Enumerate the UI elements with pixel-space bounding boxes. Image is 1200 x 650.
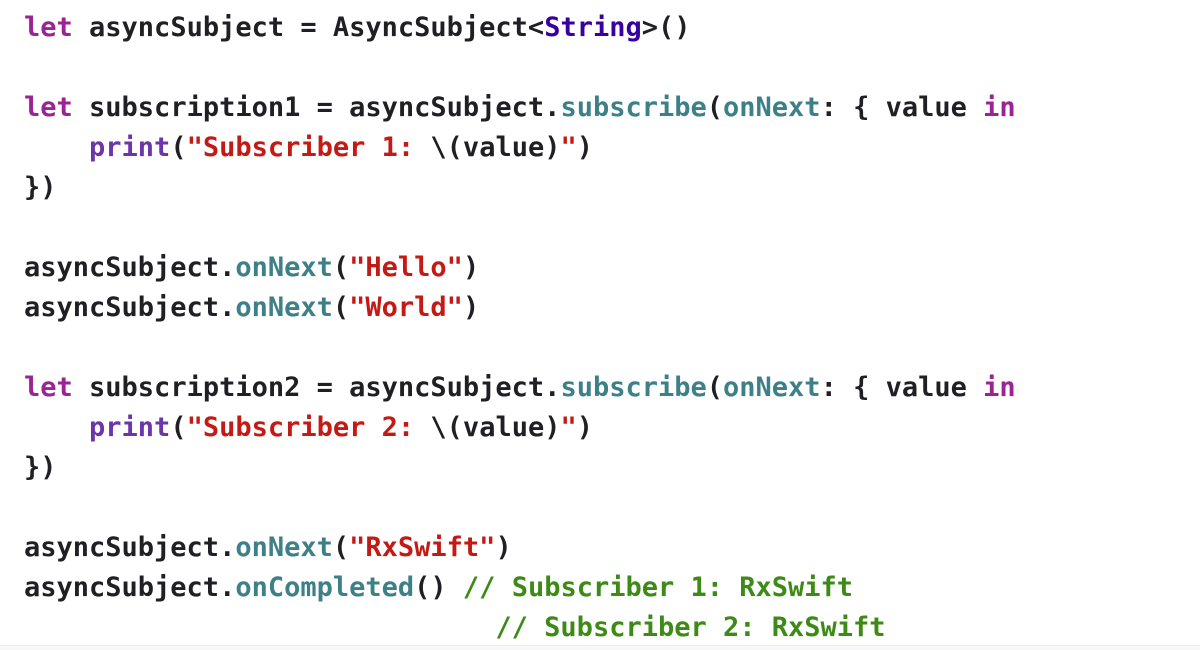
code-token: }) [24, 452, 57, 483]
method-token: onNext [723, 92, 821, 123]
method-token: onNext [235, 532, 333, 563]
string-token: "RxSwift" [349, 532, 496, 563]
method-token: onNext [235, 292, 333, 323]
keyword-token: in [983, 372, 1016, 403]
function-token: print [89, 412, 171, 443]
code-token: ( [706, 372, 724, 403]
code-token: ( [332, 532, 350, 563]
code-line[interactable]: print("Subscriber 2: \(value)") [24, 408, 1016, 448]
code-token: \(value) [430, 412, 561, 443]
function-token: print [89, 132, 171, 163]
string-token: "Hello" [349, 252, 463, 283]
keyword-token: let [24, 12, 73, 43]
code-token: asyncSubject. [24, 572, 236, 603]
code-token: ( [170, 412, 187, 443]
string-token: " [560, 132, 577, 163]
string-token: "Subscriber 1: [186, 132, 431, 163]
method-token: onNext [723, 372, 821, 403]
code-line[interactable] [24, 488, 1016, 528]
code-token: ) [462, 252, 480, 283]
method-token: onCompleted [235, 572, 415, 603]
code-token: ) [576, 132, 593, 163]
code-token: asyncSubject = AsyncSubject< [72, 12, 545, 43]
method-token: onNext [235, 252, 333, 283]
string-token: "Subscriber 2: [186, 412, 431, 443]
method-token: subscribe [560, 92, 707, 123]
code-line[interactable]: asyncSubject.onNext("RxSwift") [24, 528, 1016, 568]
code-line[interactable]: let asyncSubject = AsyncSubject<String>(… [24, 8, 1016, 48]
code-token: ( [706, 92, 724, 123]
code-token: subscription2 = asyncSubject. [72, 372, 561, 403]
code-token: ( [332, 252, 350, 283]
code-line[interactable]: let subscription2 = asyncSubject.subscri… [24, 368, 1016, 408]
code-token: () [414, 572, 463, 603]
keyword-token: in [983, 92, 1016, 123]
string-token: "World" [349, 292, 463, 323]
keyword-token: let [24, 372, 73, 403]
code-token: >() [641, 12, 691, 43]
code-line[interactable] [24, 328, 1016, 368]
code-editor[interactable]: let asyncSubject = AsyncSubject<String>(… [0, 0, 1200, 650]
code-token: subscription1 = asyncSubject. [72, 92, 561, 123]
code-line[interactable]: // Subscriber 2: RxSwift [24, 608, 1016, 648]
code-token: ) [495, 532, 512, 563]
comment-token: // Subscriber 2: RxSwift [495, 612, 886, 643]
editor-bottom-edge [0, 645, 1200, 650]
code-line[interactable]: }) [24, 448, 1016, 488]
comment-token: // Subscriber 1: RxSwift [462, 572, 854, 603]
type-token: String [544, 12, 642, 43]
code-token: : { value [820, 372, 984, 403]
code-line[interactable]: print("Subscriber 1: \(value)") [24, 128, 1016, 168]
code-line[interactable]: }) [24, 168, 1016, 208]
code-line[interactable]: asyncSubject.onCompleted() // Subscriber… [24, 568, 1016, 608]
code-line[interactable] [24, 208, 1016, 248]
code-token: ) [462, 292, 480, 323]
code-token: asyncSubject. [24, 532, 236, 563]
code-line[interactable]: asyncSubject.onNext("Hello") [24, 248, 1016, 288]
code-line[interactable]: asyncSubject.onNext("World") [24, 288, 1016, 328]
code-line[interactable] [24, 48, 1016, 88]
code-token: }) [24, 172, 57, 203]
code-token: asyncSubject. [24, 292, 236, 323]
code-token: ( [332, 292, 350, 323]
code-token: : { value [820, 92, 984, 123]
code-token: asyncSubject. [24, 252, 236, 283]
code-line[interactable]: let subscription1 = asyncSubject.subscri… [24, 88, 1016, 128]
code-block[interactable]: let asyncSubject = AsyncSubject<String>(… [24, 8, 1016, 648]
code-token: ) [576, 412, 593, 443]
string-token: " [560, 412, 577, 443]
code-token: \(value) [430, 132, 561, 163]
code-token: ( [170, 132, 187, 163]
method-token: subscribe [560, 372, 707, 403]
keyword-token: let [24, 92, 73, 123]
